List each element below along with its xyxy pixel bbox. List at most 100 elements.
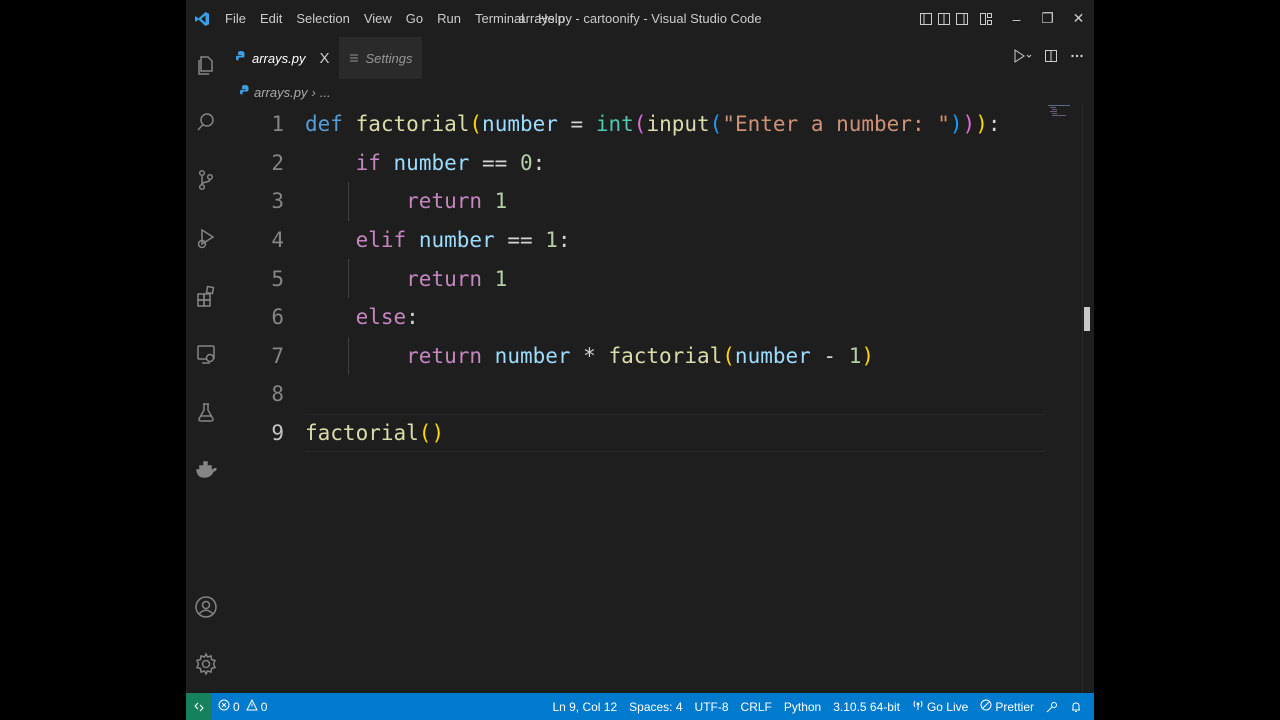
tab-settings[interactable]: Settings [339, 37, 423, 79]
split-editor-icon[interactable] [1044, 49, 1058, 68]
source-control-icon[interactable] [186, 160, 226, 200]
python-icon [240, 84, 250, 100]
code-token: int [595, 112, 634, 137]
code-token: factorial [305, 421, 419, 446]
remote-explorer-icon[interactable] [186, 334, 226, 374]
cursor-position[interactable]: Ln 9, Col 12 [546, 693, 623, 720]
code-token: * [570, 343, 609, 368]
toggle-secondary-sidebar-icon[interactable] [953, 0, 971, 37]
menu-file[interactable]: File [218, 0, 253, 37]
explorer-icon[interactable] [186, 45, 226, 85]
more-actions-icon[interactable] [1070, 49, 1084, 68]
tab-arrays-py[interactable]: arrays.py X [226, 37, 340, 79]
testing-icon[interactable] [186, 392, 226, 432]
code-token: : [532, 150, 546, 175]
vscode-logo-icon [186, 0, 218, 37]
python-icon [236, 51, 246, 66]
indentation[interactable]: Spaces: 4 [623, 693, 688, 720]
tab-close-button[interactable]: X [319, 50, 329, 67]
code-line[interactable]: 5 return 1 [226, 259, 1046, 298]
prettier-label: Prettier [995, 699, 1034, 714]
menu-bar: File Edit Selection View Go Run Terminal… [218, 0, 572, 37]
menu-view[interactable]: View [357, 0, 399, 37]
minimize-button[interactable]: – [1001, 0, 1032, 37]
go-live-label: Go Live [926, 699, 969, 714]
language-mode[interactable]: Python [778, 693, 827, 720]
notifications-bell-icon[interactable] [1064, 693, 1088, 720]
prettier-button[interactable]: Prettier [974, 693, 1040, 720]
code-token: ( [633, 112, 647, 137]
code-line[interactable]: 8 [226, 375, 1046, 414]
code-token: 1 [494, 266, 508, 291]
docker-icon[interactable] [186, 450, 226, 490]
remote-indicator-button[interactable] [186, 693, 212, 720]
line-number: 2 [271, 150, 284, 175]
menu-go[interactable]: Go [399, 0, 430, 37]
breadcrumb-more[interactable]: ... [320, 85, 331, 100]
search-icon[interactable] [186, 102, 226, 142]
code-text: factorial() [305, 421, 444, 445]
code-token: 1 [545, 228, 558, 253]
code-token: return [406, 343, 483, 368]
error-count: 0 [233, 699, 240, 714]
code-token: () [418, 421, 445, 446]
end-of-line[interactable]: CRLF [735, 693, 778, 720]
line-number: 3 [271, 189, 284, 214]
menu-edit[interactable]: Edit [253, 0, 289, 37]
line-number: 7 [271, 343, 284, 368]
code-line[interactable]: 9 factorial() [226, 414, 1046, 453]
problems-indicator[interactable]: 0 0 [212, 693, 273, 720]
code-line[interactable]: 2 if number == 0: [226, 144, 1046, 183]
code-line[interactable]: 1 def factorial(number = int(input("Enter… [226, 105, 1046, 144]
menu-run[interactable]: Run [430, 0, 468, 37]
code-line[interactable]: 4 elif number == 1: [226, 221, 1046, 260]
run-debug-icon[interactable] [186, 218, 226, 258]
code-text: return 1 [305, 189, 507, 213]
code-token: factorial [608, 343, 723, 368]
warning-icon [245, 698, 258, 714]
close-window-button[interactable]: ✕ [1063, 0, 1094, 37]
vertical-scrollbar[interactable] [1082, 104, 1094, 693]
code-editor[interactable]: 1 def factorial(number = int(input("Enter… [226, 105, 1082, 693]
minimap[interactable] [1048, 104, 1076, 124]
python-interpreter[interactable]: 3.10.5 64-bit [827, 693, 906, 720]
settings-gear-icon[interactable] [186, 644, 226, 684]
accounts-icon[interactable] [186, 587, 226, 627]
prettier-check-icon [980, 699, 992, 714]
go-live-button[interactable]: Go Live [906, 693, 974, 720]
code-token: ) [949, 112, 963, 137]
breadcrumb-file[interactable]: arrays.py [254, 85, 307, 100]
activity-bar [186, 37, 226, 693]
maximize-button[interactable]: ❐ [1032, 0, 1063, 37]
feedback-icon[interactable] [1040, 693, 1064, 720]
run-python-file-icon[interactable] [1012, 48, 1032, 69]
encoding[interactable]: UTF-8 [689, 693, 735, 720]
editor-actions [1012, 37, 1084, 79]
code-line[interactable]: 3 return 1 [226, 182, 1046, 221]
code-line[interactable]: 6 else: [226, 298, 1046, 337]
status-bar: 0 0 Ln 9, Col 12 Spaces: 4 UTF-8 CRLF Py… [186, 693, 1094, 720]
breadcrumb-separator: › [311, 84, 316, 100]
code-token: factorial [355, 112, 470, 137]
customize-layout-icon[interactable] [977, 0, 995, 37]
code-token: number [482, 112, 558, 137]
code-line[interactable]: 7 return number * factorial(number - 1) [226, 337, 1046, 376]
menu-terminal[interactable]: Terminal [468, 0, 531, 37]
status-bar-right: Ln 9, Col 12 Spaces: 4 UTF-8 CRLF Python… [546, 693, 1088, 720]
menu-help[interactable]: Help [531, 0, 572, 37]
extensions-icon[interactable] [186, 276, 226, 316]
code-token: input [646, 112, 710, 137]
toggle-primary-sidebar-icon[interactable] [917, 0, 935, 37]
menu-selection[interactable]: Selection [289, 0, 356, 37]
code-text: if number == 0: [305, 150, 546, 175]
code-token: number [734, 343, 811, 368]
toggle-panel-icon[interactable] [935, 0, 953, 37]
code-token: == [494, 228, 546, 253]
